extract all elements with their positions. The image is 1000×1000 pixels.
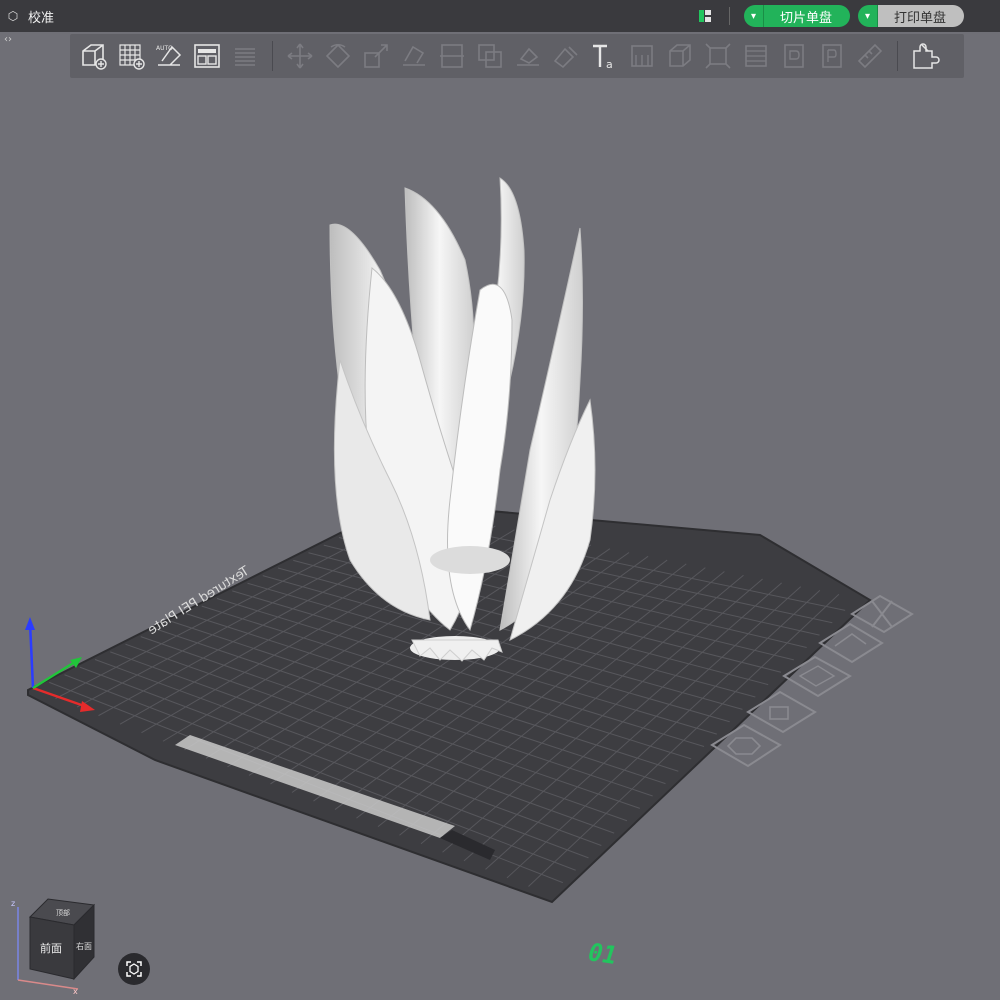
emboss-icon[interactable] [813,38,851,74]
grid-add-icon[interactable] [112,38,150,74]
move-icon[interactable] [281,38,319,74]
brim-ears-icon[interactable] [775,38,813,74]
3d-viewport[interactable]: Textured PEI Plate 01 [0,78,1000,1000]
print-plate-button[interactable]: ▾ 打印单盘 [857,5,964,27]
project-tab-label[interactable]: 校准 [28,7,54,26]
titlebar-actions: ▾ 切片单盘 ▾ 打印单盘 [697,5,964,27]
cube-right-label[interactable]: 右面 [76,941,92,951]
rotate-icon[interactable] [319,38,357,74]
toolbar-divider [272,41,273,71]
sidebar-collapse-icon[interactable]: ‹› [0,34,16,50]
recenter-view-icon[interactable] [118,953,150,985]
scale-icon[interactable] [357,38,395,74]
svg-text:AUTO: AUTO [156,45,173,52]
chevron-down-icon[interactable]: ▾ [857,5,878,27]
measure-icon[interactable] [661,38,699,74]
slice-plate-label[interactable]: 切片单盘 [763,5,850,27]
title-bar: ⬡ 校准 ▾ 切片单盘 ▾ 打印单盘 [0,0,1000,32]
layout-toggle-icon[interactable] [697,8,713,24]
print-plate-label[interactable]: 打印单盘 [877,5,964,27]
paint-icon[interactable] [509,38,547,74]
svg-text:a: a [606,58,613,71]
cube-front-label[interactable]: 前面 [40,941,62,955]
slice-plate-button[interactable]: ▾ 切片单盘 [743,5,850,27]
view-cube[interactable]: z x 顶部 前面 右面 [8,895,103,996]
assembly-icon[interactable] [699,38,737,74]
chevron-down-icon[interactable]: ▾ [743,5,764,27]
variable-layer-icon[interactable] [737,38,775,74]
ruler-icon[interactable] [851,38,889,74]
add-cube-icon[interactable] [74,38,112,74]
cut-icon[interactable] [433,38,471,74]
axis-x-label: x [73,987,78,995]
app-logo-icon: ⬡ [7,9,19,23]
divider [728,7,730,25]
boolean-icon[interactable] [471,38,509,74]
toolbar-divider [897,41,898,71]
auto-orient-icon[interactable]: AUTO [150,38,188,74]
cube-top-label[interactable]: 顶部 [56,908,70,917]
puzzle-icon[interactable] [906,38,944,74]
support-paint-icon[interactable] [623,38,661,74]
text-icon[interactable]: a [585,38,623,74]
lay-on-face-icon[interactable] [395,38,433,74]
seam-icon[interactable] [547,38,585,74]
main-toolbar: AUTO a [70,34,964,78]
arrange-icon[interactable] [188,38,226,74]
split-icon[interactable] [226,38,264,74]
axis-z-label: z [11,899,15,908]
